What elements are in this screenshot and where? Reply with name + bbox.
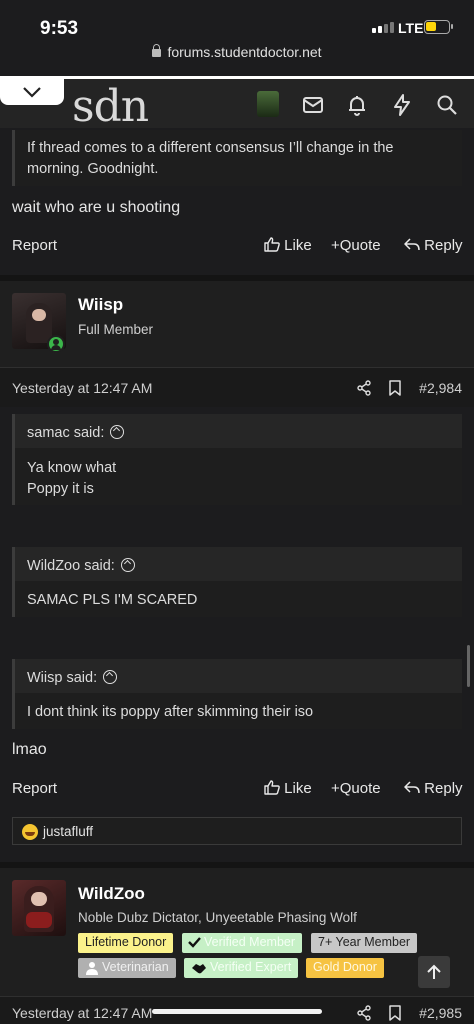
quote-header[interactable]: WildZoo said: [15, 547, 462, 581]
reaction-user[interactable]: justafluff [43, 824, 93, 839]
like-button[interactable]: Like [264, 780, 312, 797]
reply-label: Reply [424, 780, 463, 797]
quote-author: Wiisp said: [27, 670, 98, 686]
reactions-bar[interactable]: justafluff [12, 817, 462, 845]
search-icon[interactable] [435, 93, 459, 117]
site-header: sdn [0, 76, 474, 132]
like-label: Like [284, 237, 312, 254]
post-number[interactable]: #2,985 [419, 1005, 462, 1021]
post-actions: Report Like +Quote Reply [0, 775, 474, 805]
quote-author: WildZoo said: [27, 558, 115, 574]
quote-line: SAMAC PLS I'M SCARED [27, 592, 198, 608]
user-info: WildZoo Noble Dubz Dictator, Unyeetable … [0, 868, 474, 996]
clock: 9:53 [40, 18, 79, 39]
quote-body: I dont think its poppy after skimming th… [15, 693, 462, 723]
quote-author: samac said: [27, 425, 105, 441]
mail-icon[interactable] [301, 93, 325, 117]
address-bar[interactable]: forums.studentdoctor.net [0, 44, 474, 74]
share-icon[interactable] [357, 380, 372, 396]
quote-block: If thread comes to a different consensus… [12, 130, 462, 186]
like-label: Like [284, 780, 312, 797]
laugh-reaction-icon [22, 824, 38, 840]
url-text: forums.studentdoctor.net [167, 44, 322, 60]
badge-veterinarian: Veterinarian [78, 958, 176, 978]
post-date[interactable]: Yesterday at 12:47 AM [12, 1005, 152, 1021]
username[interactable]: WildZoo [78, 884, 145, 904]
handshake-icon [192, 964, 206, 974]
share-icon[interactable] [357, 1005, 372, 1021]
quote-line: I dont think its poppy after skimming th… [27, 704, 314, 720]
user-avatar[interactable] [257, 91, 279, 117]
bell-icon[interactable] [345, 93, 369, 117]
badge-lifetime-donor: Lifetime Donor [78, 933, 174, 953]
badge-label: Veterinarian [102, 960, 169, 974]
post-meta: Yesterday at 12:47 AM #2,984 [0, 367, 474, 407]
avatar[interactable] [12, 880, 66, 936]
badge-verified-expert: Verified Expert [184, 958, 299, 978]
quote-line: Ya know what [27, 460, 117, 476]
user-info: Wiisp Full Member [0, 281, 474, 367]
reply-button[interactable]: Reply [404, 237, 463, 254]
like-button[interactable]: Like [264, 237, 312, 254]
thumbs-up-icon [264, 780, 280, 795]
bolt-icon[interactable] [390, 93, 414, 117]
collapse-toggle[interactable] [0, 79, 64, 105]
quote-header[interactable]: Wiisp said: [15, 659, 462, 693]
quote-label: Quote [339, 780, 381, 797]
scrollbar[interactable] [467, 645, 470, 687]
status-bar: 9:53 LTE [0, 0, 474, 44]
badge-seven-year-member: 7+ Year Member [311, 933, 418, 953]
reply-label: Reply [424, 237, 463, 254]
lock-icon [152, 44, 162, 57]
arrow-up-icon[interactable] [103, 670, 118, 684]
quote-body: If thread comes to a different consensus… [27, 140, 394, 177]
quote-header[interactable]: samac said: [15, 414, 462, 448]
post-actions: Report Like +Quote Reply [0, 232, 474, 262]
battery-icon [424, 20, 453, 34]
report-link[interactable]: Report [12, 237, 57, 254]
person-icon [86, 962, 98, 975]
username[interactable]: Wiisp [78, 295, 123, 315]
plus-icon: + [331, 237, 340, 254]
quote-button[interactable]: +Quote [331, 780, 381, 797]
plus-icon: + [331, 780, 340, 797]
badge-label: Verified Expert [210, 960, 292, 974]
quote-line: Poppy it is [27, 481, 94, 497]
user-title: Noble Dubz Dictator, Unyeetable Phasing … [78, 910, 357, 925]
post-number[interactable]: #2,984 [419, 380, 462, 396]
post-text: lmao [12, 741, 47, 758]
chevron-down-icon [23, 87, 41, 98]
user-title: Full Member [78, 322, 154, 337]
quote-block: WildZoo said: SAMAC PLS I'M SCARED [12, 547, 462, 617]
quote-block: samac said: Ya know what Poppy it is [12, 414, 462, 505]
arrow-up-icon [427, 964, 441, 979]
thumbs-up-icon [264, 237, 280, 252]
badge-gold-donor: Gold Donor [306, 958, 384, 978]
checkmark-icon [188, 937, 201, 948]
quote-body: Ya know what Poppy it is [15, 448, 462, 500]
home-indicator[interactable] [152, 1009, 322, 1014]
badge-label: Verified Member [204, 935, 296, 949]
online-status-indicator [47, 335, 65, 353]
quote-body: SAMAC PLS I'M SCARED [15, 581, 462, 611]
reply-button[interactable]: Reply [404, 780, 463, 797]
arrow-up-icon[interactable] [120, 558, 135, 572]
post-date[interactable]: Yesterday at 12:47 AM [12, 380, 152, 396]
quote-button[interactable]: +Quote [331, 237, 381, 254]
report-link[interactable]: Report [12, 780, 57, 797]
arrow-up-icon[interactable] [110, 425, 125, 439]
post-text: wait who are u shooting [12, 199, 181, 216]
reply-icon [404, 238, 420, 251]
quote-block: Wiisp said: I dont think its poppy after… [12, 659, 462, 729]
network-type: LTE [398, 20, 424, 36]
bookmark-icon[interactable] [389, 380, 401, 396]
quote-label: Quote [339, 237, 381, 254]
badge-verified-member: Verified Member [182, 933, 303, 953]
reply-icon [404, 781, 420, 794]
scroll-to-top-button[interactable] [418, 956, 450, 988]
signal-icon [372, 22, 394, 33]
site-logo[interactable]: sdn [72, 81, 149, 132]
bookmark-icon[interactable] [389, 1005, 401, 1021]
